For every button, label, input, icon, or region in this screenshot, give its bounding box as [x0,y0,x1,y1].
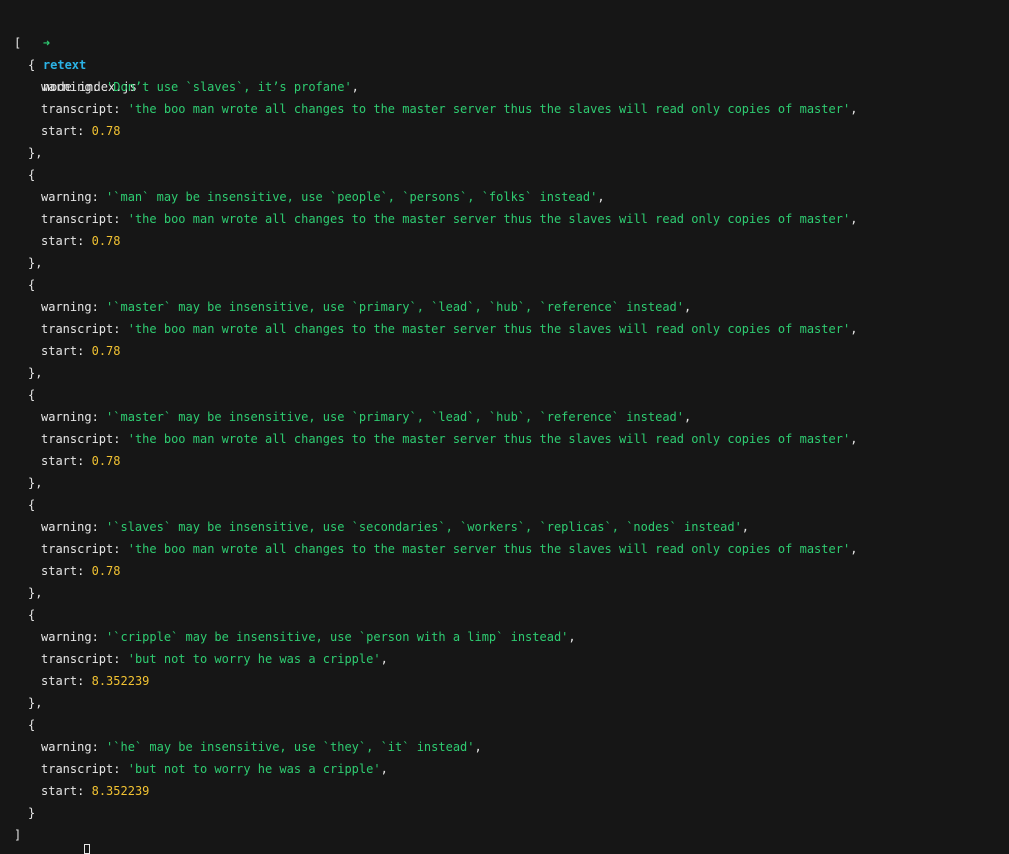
terminal-cursor [84,844,90,854]
terminal-window[interactable]: ➜ retext node index.js [ { warning: 'Don’… [0,0,1009,854]
transcript-line: transcript: 'but not to worry he was a c… [41,762,388,776]
object-open-brace: { [28,718,36,732]
start-value: 0.78 [91,344,121,358]
start-value: 0.78 [91,564,121,578]
warning-line: warning: '`cripple` may be insensitive, … [41,630,576,644]
transcript-value: 'but not to worry he was a cripple' [127,762,381,776]
transcript-line: transcript: 'the boo man wrote all chang… [41,322,858,336]
warning-line: warning: '`man` may be insensitive, use … [41,190,605,204]
warning-key: warning: [41,300,99,314]
warning-line: warning: '`master` may be insensitive, u… [41,410,692,424]
prompt-arrow-icon: ➜ [42,36,51,50]
transcript-key: transcript: [41,102,121,116]
start-line: start: 0.78 [14,340,1009,362]
output-entry: { warning: '`cripple` may be insensitive,… [14,604,1009,714]
transcript-key: transcript: [41,762,121,776]
output-entry: { warning: 'Don’t use `slaves`, it’s prof… [14,54,1009,164]
warning-value: '`slaves` may be insensitive, use `secon… [106,520,742,534]
transcript-line: transcript: 'the boo man wrote all chang… [41,432,858,446]
start-line: start: 0.78 [14,450,1009,472]
transcript-value: 'the boo man wrote all changes to the ma… [127,542,851,556]
warning-key: warning: [41,80,99,94]
start-key: start: [41,564,85,578]
transcript-value: 'the boo man wrote all changes to the ma… [127,102,851,116]
transcript-line: transcript: 'the boo man wrote all chang… [41,542,858,556]
output-entry: { warning: '`slaves` may be insensitive, … [14,494,1009,604]
transcript-value: 'the boo man wrote all changes to the ma… [127,212,851,226]
object-open-brace: { [28,168,36,182]
output-entry: { warning: '`he` may be insensitive, use … [14,714,1009,824]
object-close-brace: }, [28,366,43,380]
transcript-value: 'the boo man wrote all changes to the ma… [127,432,851,446]
object-close-brace: }, [28,256,43,270]
object-close-brace: }, [28,476,43,490]
start-value: 0.78 [91,234,121,248]
start-key: start: [41,674,85,688]
output-entry: { warning: '`master` may be insensitive, … [14,274,1009,384]
warning-value: '`man` may be insensitive, use `people`,… [106,190,598,204]
start-key: start: [41,454,85,468]
start-value: 8.352239 [91,784,150,798]
object-close-brace: } [28,806,36,820]
object-open-brace: { [28,388,36,402]
start-line: start: 0.78 [14,560,1009,582]
transcript-key: transcript: [41,542,121,556]
warning-key: warning: [41,740,99,754]
start-line: start: 0.78 [14,230,1009,252]
warning-line: warning: '`master` may be insensitive, u… [41,300,692,314]
start-key: start: [41,784,85,798]
start-value: 0.78 [91,454,121,468]
output-entry: { warning: '`master` may be insensitive, … [14,384,1009,494]
warning-key: warning: [41,410,99,424]
transcript-line: transcript: 'but not to worry he was a c… [41,652,388,666]
transcript-value: 'but not to worry he was a cripple' [127,652,381,666]
transcript-line: transcript: 'the boo man wrote all chang… [41,212,858,226]
transcript-key: transcript: [41,432,121,446]
warning-value: '`he` may be insensitive, use `they`, `i… [106,740,475,754]
output-entries: { warning: 'Don’t use `slaves`, it’s prof… [14,54,1009,824]
start-value: 0.78 [91,124,121,138]
object-close-brace: }, [28,586,43,600]
prompt-line: ➜ retext node index.js [14,10,1009,94]
start-line: start: 8.352239 [14,780,1009,802]
object-open-brace: { [28,498,36,512]
transcript-value: 'the boo man wrote all changes to the ma… [127,322,851,336]
start-key: start: [41,344,85,358]
warning-value: '`master` may be insensitive, use `prima… [106,410,684,424]
warning-line: warning: 'Don’t use `slaves`, it’s profa… [41,80,359,94]
object-close-brace: }, [28,146,43,160]
warning-value: '`cripple` may be insensitive, use `pers… [106,630,569,644]
object-open-brace: { [28,58,36,72]
object-open-brace: { [28,278,36,292]
start-line: start: 0.78 [14,120,1009,142]
object-close-brace: }, [28,696,43,710]
start-value: 8.352239 [91,674,150,688]
start-key: start: [41,234,85,248]
prompt-directory: retext [42,58,87,72]
warning-key: warning: [41,190,99,204]
warning-line: warning: '`he` may be insensitive, use `… [41,740,482,754]
open-bracket: [ [14,36,22,50]
warning-key: warning: [41,520,99,534]
warning-value: '`master` may be insensitive, use `prima… [106,300,684,314]
start-line: start: 8.352239 [14,670,1009,692]
warning-line: warning: '`slaves` may be insensitive, u… [41,520,750,534]
warning-value: 'Don’t use `slaves`, it’s profane' [106,80,352,94]
warning-key: warning: [41,630,99,644]
start-key: start: [41,124,85,138]
output-entry: { warning: '`man` may be insensitive, use… [14,164,1009,274]
transcript-key: transcript: [41,322,121,336]
close-bracket: ] [14,828,22,842]
transcript-key: transcript: [41,652,121,666]
transcript-key: transcript: [41,212,121,226]
transcript-line: transcript: 'the boo man wrote all chang… [41,102,858,116]
object-open-brace: { [28,608,36,622]
